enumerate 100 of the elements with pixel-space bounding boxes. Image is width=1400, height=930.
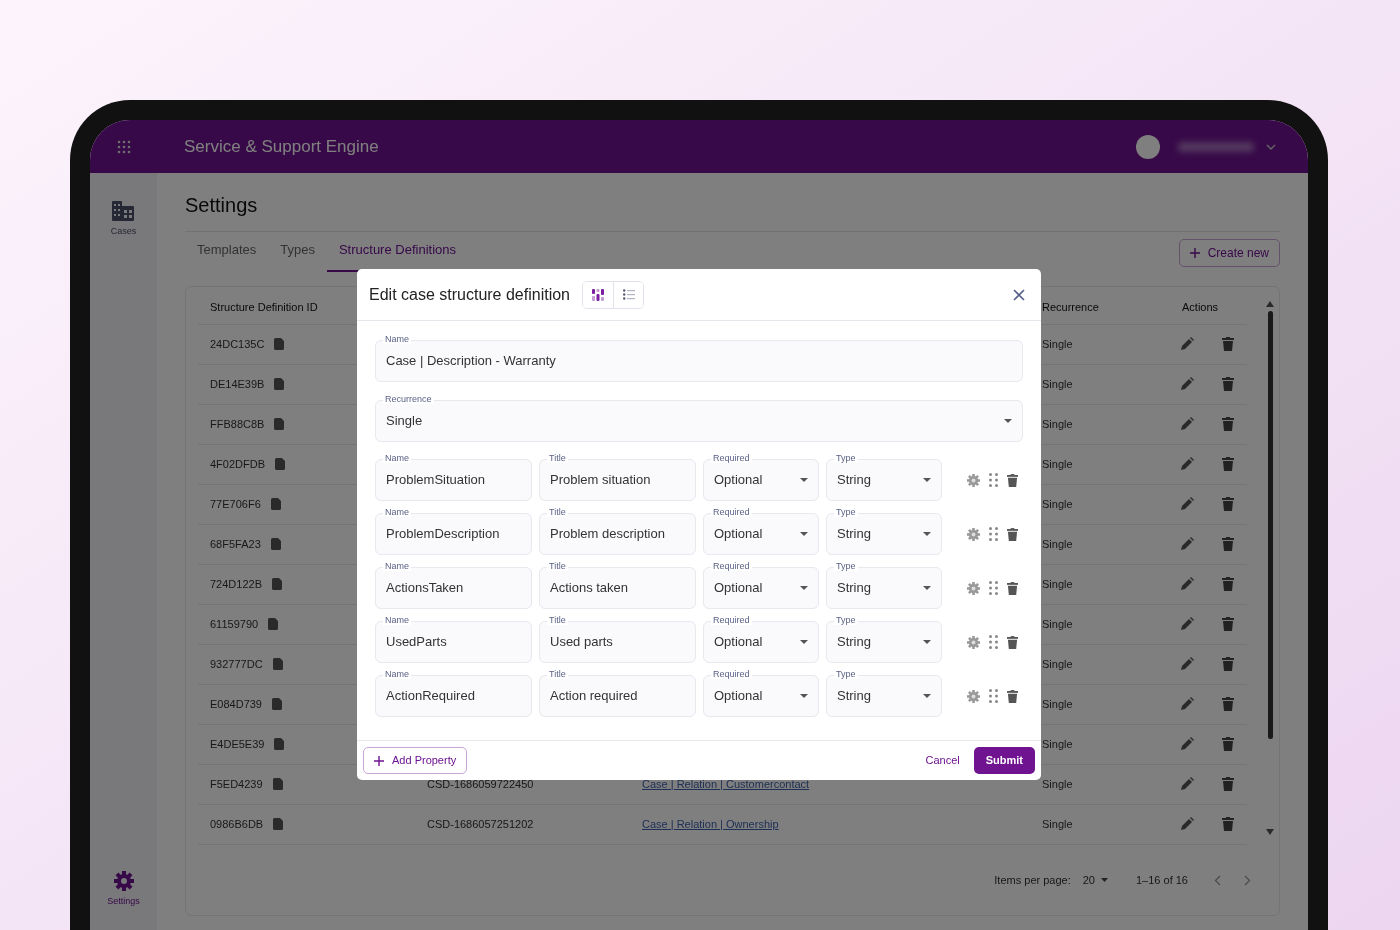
sidebar-item[interactable]: Cases	[110, 201, 137, 239]
field-label: Type	[834, 507, 858, 517]
table-cell-text: F5ED4239	[210, 776, 263, 792]
copy-icon[interactable]	[270, 538, 281, 550]
pencil-icon[interactable]	[1180, 817, 1194, 831]
trash-icon[interactable]	[1222, 337, 1234, 351]
pencil-icon[interactable]	[1180, 777, 1194, 791]
pencil-icon[interactable]	[1180, 617, 1194, 631]
drag-handle-icon[interactable]	[989, 473, 998, 487]
trash-icon[interactable]	[1007, 527, 1018, 541]
copy-icon[interactable]	[274, 418, 285, 430]
copy-icon[interactable]	[274, 338, 285, 350]
trash-icon[interactable]	[1222, 697, 1234, 711]
trash-icon[interactable]	[1222, 657, 1234, 671]
table-cell-text: 24DC135C	[210, 336, 265, 352]
field-label: Name	[383, 507, 411, 517]
drag-handle-icon[interactable]	[989, 635, 998, 649]
drag-handle-icon[interactable]	[989, 689, 998, 703]
pencil-icon[interactable]	[1180, 697, 1194, 711]
create-new-button[interactable]: Create new	[1178, 238, 1280, 267]
field-label: Title	[547, 561, 568, 571]
gear-icon[interactable]	[967, 581, 980, 595]
page-title: Settings	[185, 193, 259, 218]
trash-icon[interactable]	[1007, 689, 1018, 703]
dropdown-arrow-icon	[923, 694, 931, 698]
trash-icon[interactable]	[1222, 417, 1234, 431]
pencil-icon[interactable]	[1180, 337, 1194, 351]
trash-icon[interactable]	[1222, 737, 1234, 751]
pencil-icon[interactable]	[1180, 457, 1194, 471]
close-icon[interactable]	[1013, 288, 1025, 301]
sidebar-item[interactable]: Settings	[107, 870, 140, 908]
table-cell-text: DE14E39B	[210, 376, 265, 392]
copy-icon[interactable]	[275, 458, 286, 470]
avatar[interactable]	[1136, 134, 1160, 159]
field-label: Type	[834, 615, 858, 625]
plus-icon	[374, 755, 384, 766]
pencil-icon[interactable]	[1180, 737, 1194, 751]
pencil-icon[interactable]	[1180, 417, 1194, 431]
trash-icon[interactable]	[1222, 617, 1234, 631]
pencil-icon[interactable]	[1180, 377, 1194, 391]
field-label: Type	[834, 561, 858, 571]
next-page-icon[interactable]	[1244, 874, 1251, 886]
copy-icon[interactable]	[270, 498, 281, 510]
drag-handle-icon[interactable]	[989, 527, 998, 541]
table-cell-text: Single	[1042, 696, 1074, 712]
copy-icon[interactable]	[268, 618, 279, 630]
copy-icon[interactable]	[274, 378, 285, 390]
scroll-down-icon[interactable]	[1266, 828, 1274, 835]
dropdown-arrow-icon	[1004, 419, 1012, 423]
table-cell-text: Single	[1042, 576, 1074, 592]
chevron-down-icon[interactable]	[1266, 143, 1276, 150]
trash-icon[interactable]	[1007, 581, 1018, 595]
table-cell-text: Single	[1042, 616, 1074, 632]
gear-icon[interactable]	[967, 473, 980, 487]
trash-icon[interactable]	[1222, 377, 1234, 391]
copy-icon[interactable]	[272, 658, 283, 670]
apps-grid-icon[interactable]	[116, 139, 131, 154]
copy-icon[interactable]	[272, 778, 283, 790]
pencil-icon[interactable]	[1180, 497, 1194, 511]
trash-icon[interactable]	[1007, 635, 1018, 649]
previous-page-icon[interactable]	[1214, 874, 1221, 886]
copy-icon[interactable]	[272, 578, 282, 590]
column-header: Structure Definition ID	[209, 300, 319, 315]
table-cell-text: 61159790	[210, 616, 259, 632]
gear-icon[interactable]	[967, 527, 980, 541]
table-cell-text: 932777DC	[210, 656, 263, 672]
dialog-title: Edit case structure definition	[369, 284, 570, 305]
page-range: 1–16 of 16	[1136, 873, 1188, 888]
trash-icon[interactable]	[1007, 473, 1018, 487]
pencil-icon[interactable]	[1180, 537, 1194, 551]
copy-icon[interactable]	[272, 698, 282, 710]
list-view-icon	[622, 289, 635, 300]
submit-button[interactable]: Submit	[973, 747, 1035, 774]
view-toggle-button[interactable]	[613, 281, 643, 308]
trash-icon[interactable]	[1222, 457, 1234, 471]
table-cell: CSD-1686057251202	[427, 817, 534, 830]
gear-icon[interactable]	[967, 635, 980, 649]
table-cell-text: 0986B6DB	[210, 816, 264, 832]
trash-icon[interactable]	[1222, 497, 1234, 511]
pencil-icon[interactable]	[1180, 657, 1194, 671]
dropdown-arrow-icon	[923, 532, 931, 536]
dropdown-arrow-icon	[1101, 878, 1108, 883]
field-label: Name	[383, 453, 411, 463]
gear-icon[interactable]	[967, 689, 980, 703]
trash-icon[interactable]	[1222, 577, 1234, 591]
field-label: Type	[834, 669, 858, 679]
pencil-icon[interactable]	[1180, 577, 1194, 591]
trash-icon[interactable]	[1222, 537, 1234, 551]
trash-icon[interactable]	[1222, 817, 1234, 831]
copy-icon[interactable]	[273, 818, 284, 830]
drag-handle-icon[interactable]	[989, 581, 998, 595]
scroll-up-icon[interactable]	[1266, 300, 1274, 307]
copy-icon[interactable]	[274, 738, 285, 750]
add-property-button[interactable]: Add Property	[363, 747, 468, 774]
cancel-button[interactable]: Cancel	[921, 747, 964, 774]
field-label: Title	[547, 669, 568, 679]
table-cell-text: 724D122B	[210, 576, 262, 592]
items-per-page-select[interactable]: 20	[1082, 872, 1108, 889]
trash-icon[interactable]	[1222, 777, 1234, 791]
table-cell-text: Single	[1042, 776, 1074, 792]
